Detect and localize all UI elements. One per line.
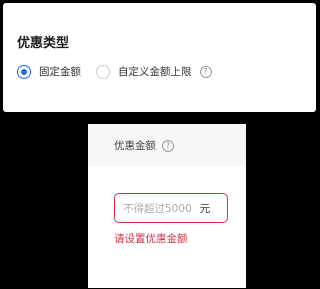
discount-amount-panel: 优惠金额 ? 不得超过5000 元 请设置优惠金额 xyxy=(88,124,246,288)
radio-checked-icon[interactable] xyxy=(17,65,31,79)
radio-fixed-amount-label[interactable]: 固定金额 xyxy=(39,65,81,79)
discount-amount-label-row: 优惠金额 ? xyxy=(114,139,174,153)
radio-unchecked-icon[interactable] xyxy=(96,65,110,79)
discount-amount-label: 优惠金额 xyxy=(114,140,156,152)
currency-unit-label: 元 xyxy=(199,202,211,215)
discount-type-panel: 优惠类型 固定金额 自定义金额上限 ? xyxy=(3,3,316,112)
question-circle-icon[interactable]: ? xyxy=(199,66,212,78)
question-circle-icon[interactable]: ? xyxy=(162,140,174,152)
discount-amount-error: 请设置优惠金额 xyxy=(114,233,188,245)
discount-amount-input[interactable]: 不得超过5000 元 xyxy=(114,193,228,223)
discount-amount-placeholder[interactable]: 不得超过5000 xyxy=(123,201,192,216)
radio-custom-cap-label[interactable]: 自定义金额上限 xyxy=(118,65,192,79)
discount-type-title: 优惠类型 xyxy=(17,36,70,51)
radio-custom-cap[interactable]: 自定义金额上限 ? xyxy=(96,63,212,81)
radio-fixed-amount[interactable]: 固定金额 xyxy=(17,63,81,81)
discount-amount-header: 优惠金额 ? xyxy=(88,124,246,166)
